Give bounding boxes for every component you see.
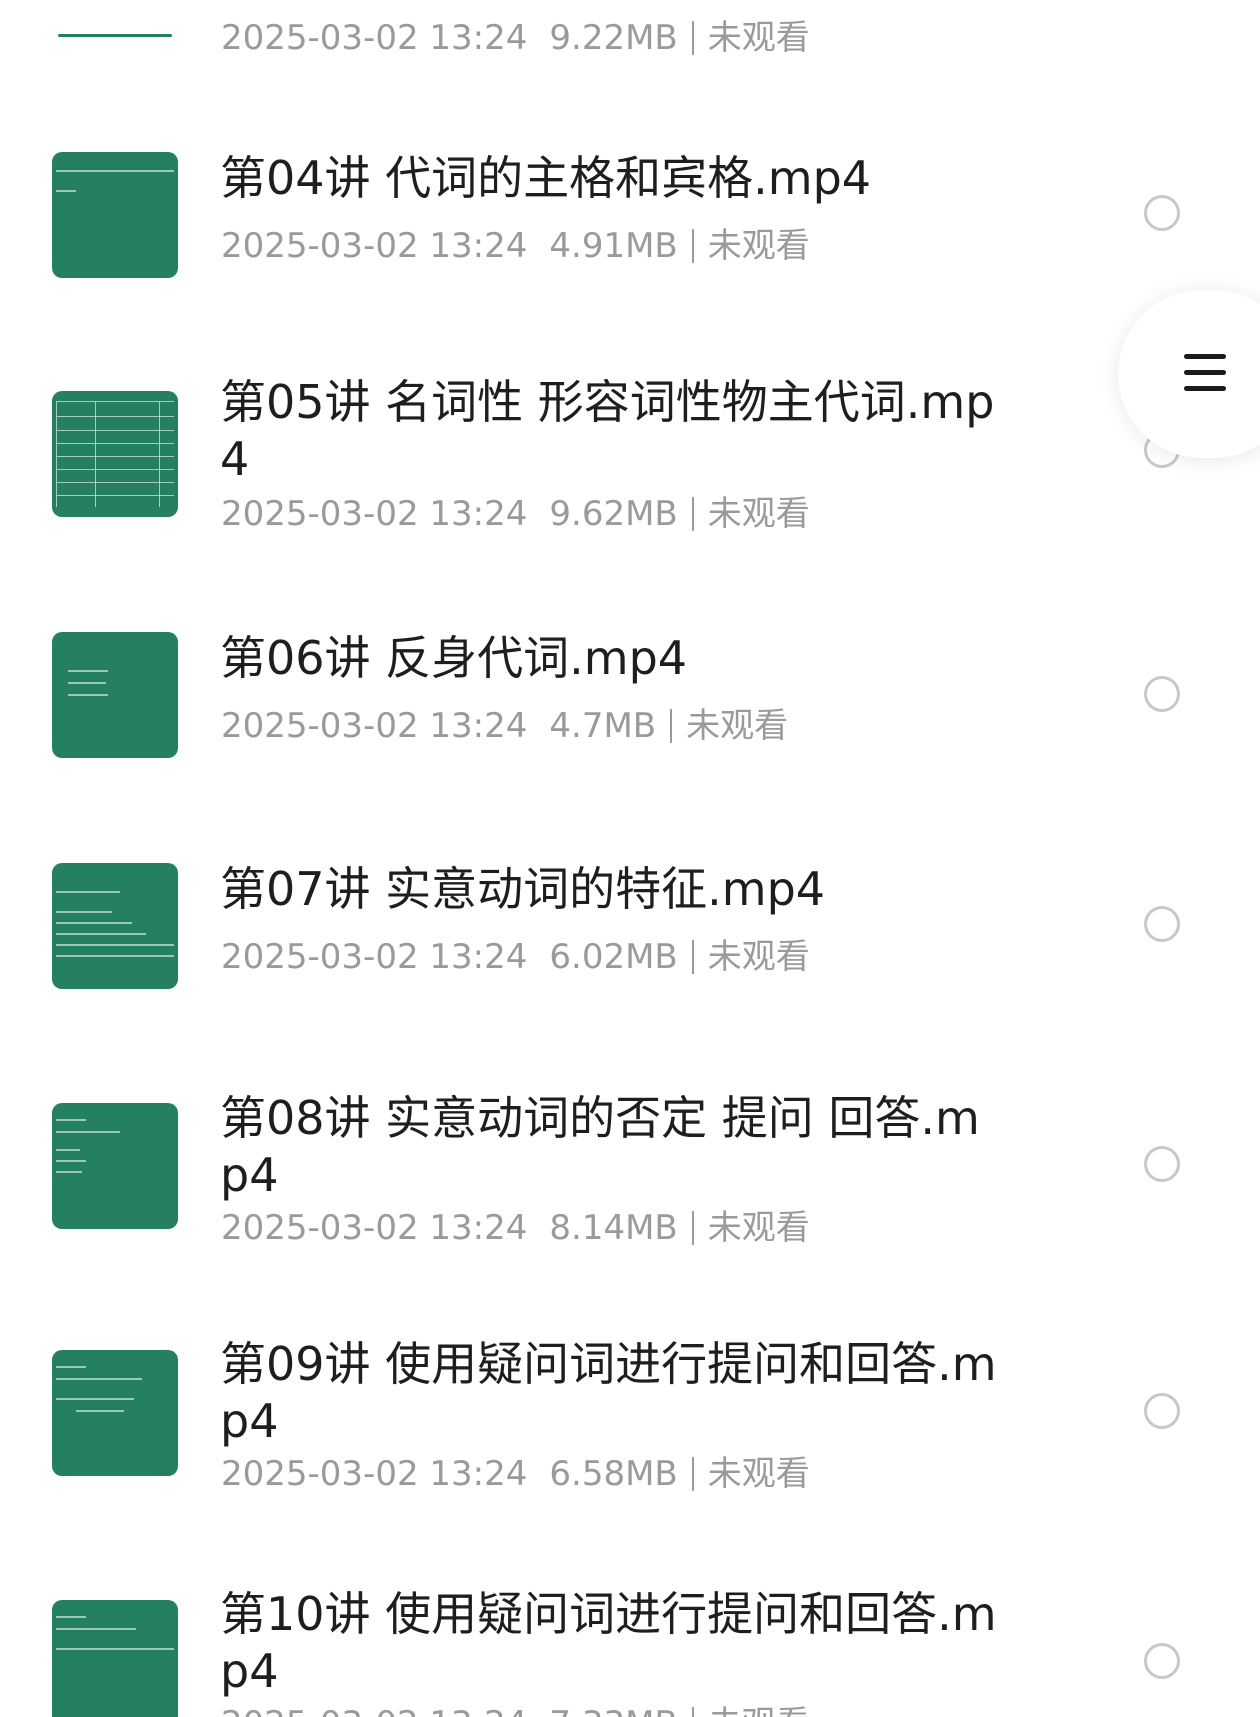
- video-meta: 2025-03-02 13:24 4.91MB 未观看: [221, 226, 1021, 266]
- video-date: 2025-03-02 13:24: [221, 1704, 527, 1717]
- select-radio[interactable]: [1144, 1146, 1180, 1182]
- video-date: 2025-03-02 13:24: [221, 1208, 528, 1248]
- video-title: 第05讲 名词性 形容词性物主代词.mp4: [220, 375, 995, 486]
- video-status: 未观看: [707, 494, 810, 534]
- video-size: 6.02MB: [549, 937, 678, 977]
- video-size: 9.22MB: [549, 18, 678, 58]
- video-status: 未观看: [686, 706, 789, 746]
- list-item[interactable]: 第04讲 代词的主格和宾格.mp4 2025-03-02 13:24 4.91MB…: [0, 120, 1260, 320]
- video-size: 4.7MB: [549, 706, 657, 746]
- video-date: 2025-03-02 13:24: [221, 226, 528, 266]
- video-title: 第10讲 使用疑问词进行提问和回答.mp4: [220, 1587, 997, 1698]
- video-size: 6.58MB: [549, 1454, 678, 1494]
- list-item-partial[interactable]: 2025-03-02 13:24 9.22MB 未观看: [0, 0, 1260, 60]
- meta-divider: [691, 497, 694, 531]
- video-date: 2025-03-02 13:24: [221, 1454, 528, 1494]
- video-status: 未观看: [707, 18, 810, 58]
- list-item[interactable]: 第10讲 使用疑问词进行提问和回答.mp4 2025-03-02 13:24 7.…: [0, 1570, 1260, 1717]
- video-thumbnail: [58, 34, 172, 37]
- video-date: 2025-03-02 13:24: [221, 937, 528, 977]
- video-size: 9.62MB: [549, 494, 678, 534]
- meta-divider: [691, 1707, 694, 1717]
- video-meta: 2025-03-02 13:24 6.02MB 未观看: [221, 937, 1021, 977]
- list-item[interactable]: 第05讲 名词性 形容词性物主代词.mp4 2025-03-02 13:24 9.…: [0, 360, 1260, 560]
- video-thumbnail: [52, 1103, 178, 1229]
- video-file-list: 2025-03-02 13:24 9.22MB 未观看 第04讲 代词的主格和宾格.…: [0, 0, 1260, 1717]
- select-radio[interactable]: [1144, 676, 1180, 712]
- video-thumbnail: [52, 1600, 178, 1717]
- video-meta: 2025-03-02 13:24 9.22MB 未观看: [221, 18, 1021, 58]
- video-meta: 2025-03-02 13:24 4.7MB 未观看: [221, 706, 1021, 746]
- list-item[interactable]: 第08讲 实意动词的否定 提问 回答.mp4 2025-03-02 13:24 8…: [0, 1070, 1260, 1280]
- meta-divider: [691, 1211, 694, 1245]
- video-title: 第09讲 使用疑问词进行提问和回答.mp4: [220, 1337, 997, 1448]
- video-title: 第08讲 实意动词的否定 提问 回答.mp4: [220, 1091, 980, 1202]
- meta-divider: [691, 229, 694, 263]
- video-status: 未观看: [707, 226, 810, 266]
- video-size: 7.33MB: [549, 1704, 677, 1717]
- list-item[interactable]: 第06讲 反身代词.mp4 2025-03-02 13:24 4.7MB 未观看: [0, 600, 1260, 800]
- video-title: 第07讲 实意动词的特征.mp4: [220, 862, 826, 916]
- video-size: 4.91MB: [549, 226, 678, 266]
- video-meta: 2025-03-02 13:24 6.58MB 未观看: [221, 1454, 1021, 1494]
- video-thumbnail: [52, 632, 178, 758]
- meta-divider: [691, 21, 694, 55]
- video-date: 2025-03-02 13:24: [221, 706, 528, 746]
- video-title: 第04讲 代词的主格和宾格.mp4: [220, 151, 872, 205]
- video-status: 未观看: [707, 1208, 810, 1248]
- select-radio[interactable]: [1144, 195, 1180, 231]
- video-meta: 2025-03-02 13:24 8.14MB 未观看: [221, 1208, 1021, 1248]
- list-item[interactable]: 第07讲 实意动词的特征.mp4 2025-03-02 13:24 6.02MB 未…: [0, 830, 1260, 1030]
- video-date: 2025-03-02 13:24: [221, 18, 528, 58]
- video-thumbnail: [52, 391, 178, 517]
- video-status: 未观看: [708, 1704, 810, 1717]
- video-size: 8.14MB: [549, 1208, 678, 1248]
- select-radio[interactable]: [1144, 906, 1180, 942]
- meta-divider: [691, 1457, 694, 1491]
- video-meta: 2025-03-02 13:24 7.33MB 未观看: [221, 1704, 1021, 1717]
- meta-divider: [670, 709, 673, 743]
- meta-divider: [691, 940, 694, 974]
- video-thumbnail: [52, 863, 178, 989]
- list-item[interactable]: 第09讲 使用疑问词进行提问和回答.mp4 2025-03-02 13:24 6.…: [0, 1320, 1260, 1530]
- video-status: 未观看: [707, 1454, 810, 1494]
- video-date: 2025-03-02 13:24: [221, 494, 528, 534]
- video-thumbnail: [52, 152, 178, 278]
- select-radio[interactable]: [1144, 1643, 1180, 1679]
- video-status: 未观看: [707, 937, 810, 977]
- video-title: 第06讲 反身代词.mp4: [220, 631, 688, 685]
- video-meta: 2025-03-02 13:24 9.62MB 未观看: [221, 494, 1021, 534]
- video-thumbnail: [52, 1350, 178, 1476]
- select-radio[interactable]: [1144, 1393, 1180, 1429]
